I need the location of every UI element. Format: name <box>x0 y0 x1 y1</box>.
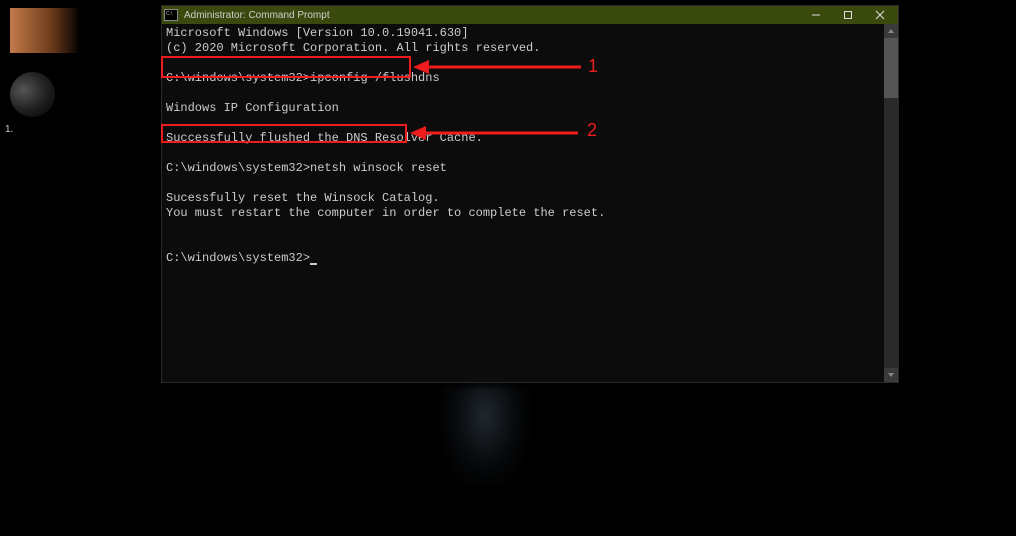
scrollbar-thumb[interactable] <box>884 38 898 98</box>
minimize-icon <box>811 10 821 20</box>
output-ipconfig-header: Windows IP Configuration <box>166 101 339 115</box>
maximize-button[interactable] <box>832 6 864 24</box>
vertical-scrollbar[interactable] <box>884 24 898 382</box>
annotation-number-1: 1 <box>588 56 598 77</box>
annotation-arrow-1 <box>413 57 583 77</box>
minimize-button[interactable] <box>800 6 832 24</box>
prompt-1: C:\windows\system32> <box>166 71 310 85</box>
window-controls <box>800 6 896 24</box>
chevron-up-icon <box>887 27 895 35</box>
window-titlebar[interactable]: Administrator: Command Prompt <box>162 6 898 24</box>
wallpaper-decoration <box>440 386 530 486</box>
terminal-cursor <box>310 263 317 265</box>
close-icon <box>875 10 885 20</box>
prompt-3: C:\windows\system32> <box>166 251 310 265</box>
command-2: netsh winsock reset <box>310 161 447 175</box>
annotation-arrow-2 <box>410 123 580 143</box>
scroll-down-button[interactable] <box>884 368 898 382</box>
window-title: Administrator: Command Prompt <box>184 10 800 21</box>
output-restart-notice: You must restart the computer in order t… <box>166 206 605 220</box>
desktop-label: 1. <box>5 124 13 135</box>
annotation-number-2: 2 <box>587 120 597 141</box>
maximize-icon <box>843 10 853 20</box>
output-winsock-success: Sucessfully reset the Winsock Catalog. <box>166 191 440 205</box>
version-line: Microsoft Windows [Version 10.0.19041.63… <box>166 26 468 40</box>
terminal-output[interactable]: Microsoft Windows [Version 10.0.19041.63… <box>162 24 898 382</box>
prompt-2: C:\windows\system32> <box>166 161 310 175</box>
scroll-up-button[interactable] <box>884 24 898 38</box>
copyright-line: (c) 2020 Microsoft Corporation. All righ… <box>166 41 540 55</box>
close-button[interactable] <box>864 6 896 24</box>
desktop-thumbnail-2[interactable] <box>10 72 55 117</box>
chevron-down-icon <box>887 371 895 379</box>
cmd-icon <box>164 9 178 21</box>
desktop-thumbnail-1[interactable] <box>10 8 80 53</box>
